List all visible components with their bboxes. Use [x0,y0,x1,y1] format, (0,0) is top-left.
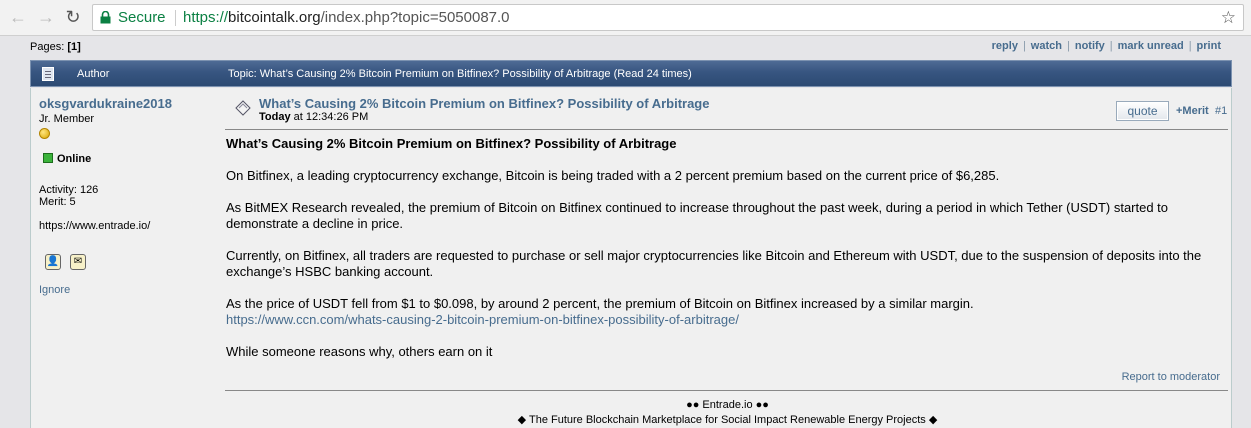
poster-rank: Jr. Member [39,113,95,125]
secure-label: Secure [118,9,166,26]
post-paragraph-4: As the price of USDT fell from $1 to $0.… [226,296,974,327]
lock-icon [100,11,111,24]
source-link[interactable]: https://www.ccn.com/whats-causing-2-bitc… [226,312,739,327]
report-to-moderator-link[interactable]: Report to moderator [1122,371,1220,383]
post-paragraph-3: Currently, on Bitfinex, all traders are … [226,248,1202,279]
quote-button[interactable]: quote [1116,101,1169,121]
address-bar[interactable]: Secure https://bitcointalk.org/index.php… [92,4,1244,31]
forward-button[interactable]: → [36,7,56,27]
topic-actions: reply | watch | notify | mark unread | print [991,40,1221,52]
view-profile-icon[interactable]: 👤 [45,254,61,270]
address-divider [175,10,176,26]
post-paragraph-2: As BitMEX Research revealed, the premium… [226,200,1169,231]
topic-title-header: Topic: What’s Causing 2% Bitcoin Premium… [228,68,692,80]
online-status: Online [43,153,91,165]
url-text[interactable]: https://bitcointalk.org/index.php?topic=… [183,9,510,26]
topic-document-icon [42,67,54,81]
notify-link[interactable]: notify [1075,40,1105,52]
reload-button[interactable]: ↻ [63,7,83,27]
rank-coin-icon [39,128,50,139]
post-paragraph-5: While someone reasons why, others earn o… [226,344,493,359]
reply-link[interactable]: reply [992,40,1018,52]
poster-activity: Activity: 126 [39,184,99,196]
signature-divider [225,390,1228,391]
watch-link[interactable]: watch [1031,40,1062,52]
topic-header-bar: Author Topic: What’s Causing 2% Bitcoin … [30,60,1232,87]
merit-link[interactable]: +Merit [1176,105,1209,117]
post-date: Today at 12:34:26 PM [259,111,369,123]
post-header-divider [225,129,1228,130]
bookmark-star-icon[interactable]: ☆ [1221,8,1236,28]
post-subject-link[interactable]: What’s Causing 2% Bitcoin Premium on Bit… [259,96,709,111]
pagination: Pages: [1] [30,41,81,53]
post-paragraph-1: On Bitfinex, a leading cryptocurrency ex… [226,168,1000,183]
post-subject-icon [235,100,251,116]
post-body: What’s Causing 2% Bitcoin Premium on Bit… [226,136,1226,376]
post-container: oksgvardukraine2018 Jr. Member Online Ac… [30,88,1232,428]
signature-line-1: ●● Entrade.io ●● [686,399,769,411]
signature-line-2: ◆ The Future Blockchain Marketplace for … [517,414,938,426]
poster-username[interactable]: oksgvardukraine2018 [39,96,172,111]
poster-actions: 👤 ✉ [45,254,95,270]
current-page: [1] [67,41,81,53]
pages-label: Pages: [30,41,65,53]
post-number-link[interactable]: #1 [1215,105,1227,117]
browser-toolbar: ← → ↻ Secure https://bitcointalk.org/ind… [0,0,1251,36]
poster-merit: Merit: 5 [39,196,76,208]
mark-unread-link[interactable]: mark unread [1118,40,1184,52]
poster-website: https://www.entrade.io/ [39,220,151,232]
author-column-header: Author [77,68,110,80]
poster-info: oksgvardukraine2018 Jr. Member Online Ac… [39,96,209,296]
print-link[interactable]: print [1197,40,1221,52]
post-heading: What’s Causing 2% Bitcoin Premium on Bit… [226,136,677,151]
online-indicator-icon [43,153,53,163]
post-content: What’s Causing 2% Bitcoin Premium on Bit… [225,88,1230,428]
send-message-icon[interactable]: ✉ [70,254,86,270]
back-button[interactable]: ← [8,7,28,27]
ignore-link[interactable]: Ignore [39,284,70,296]
